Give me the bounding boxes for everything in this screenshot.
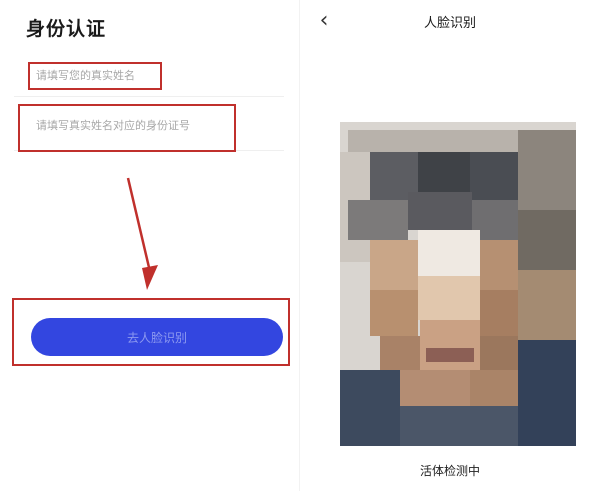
liveness-status: 活体检测中	[419, 464, 480, 478]
identity-auth-screen: 身份认证 去人脸识别	[0, 0, 300, 491]
red-arrow-icon	[126, 177, 158, 290]
nav-title: 人脸识别	[423, 16, 476, 31]
camera-preview	[340, 122, 576, 446]
face-recognition-button[interactable]: 去人脸识别	[31, 318, 283, 356]
face-recognition-screen: ‹ 人脸识别 活体检测中	[300, 0, 600, 491]
